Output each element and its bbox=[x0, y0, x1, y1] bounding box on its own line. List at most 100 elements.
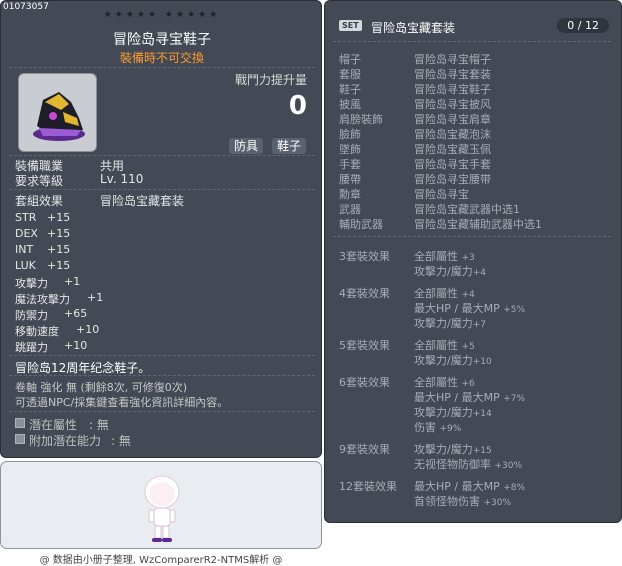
bonus-value: +14 bbox=[472, 409, 492, 419]
divider bbox=[333, 41, 611, 43]
set-bonus-title: 12套裝效果 bbox=[339, 480, 397, 493]
category-tag-shoes: 鞋子 bbox=[272, 138, 307, 154]
bonus-value: +3 bbox=[461, 253, 475, 263]
credits-footer: @ 数据由小册子整理, WzComparerR2-NTMS解析 @ bbox=[39, 555, 283, 566]
bonus-potential-icon bbox=[15, 434, 25, 444]
stat-row: STR +15 bbox=[15, 211, 70, 224]
set-effect-value: 冒险岛宝藏套装 bbox=[100, 194, 185, 208]
bonus-stat: 全部屬性 bbox=[414, 250, 458, 263]
set-piece-row: 腰帶 冒险岛寻宝腰带 bbox=[339, 171, 491, 187]
stat-value: +10 bbox=[64, 339, 88, 352]
set-bonus-line: 最大HP / 最大MP +7% bbox=[414, 389, 525, 405]
set-piece-name: 冒险岛寻宝肩章 bbox=[414, 113, 491, 126]
set-bonus-line: 攻擊力/魔力+4 bbox=[414, 263, 486, 279]
avatar-figure bbox=[144, 475, 180, 542]
job-label: 裝備職業 bbox=[15, 159, 64, 173]
stat-value: +10 bbox=[76, 323, 100, 336]
shoe-icon bbox=[33, 92, 85, 141]
set-piece-name: 冒险岛寻宝披风 bbox=[414, 98, 491, 111]
bonus-stat: 全部屬性 bbox=[414, 339, 458, 352]
bonus-stat: 伤害 bbox=[414, 421, 436, 434]
set-bonus-line: 攻擊力/魔力+14 bbox=[414, 404, 492, 420]
set-bonus-line: 首领怪物伤害 +30% bbox=[414, 493, 511, 509]
stat-label: LUK bbox=[15, 259, 36, 272]
set-piece-row: 鞋子 冒险岛寻宝鞋子 bbox=[339, 81, 491, 97]
set-piece-row: 肩膀裝飾 冒险岛寻宝肩章 bbox=[339, 111, 491, 127]
bonus-value: +6 bbox=[461, 379, 475, 389]
stat-row: INT +15 bbox=[15, 243, 70, 256]
stat-label: 魔法攻擊力 bbox=[15, 293, 70, 306]
set-bonus-line: 攻擊力/魔力+7 bbox=[414, 315, 486, 331]
bonus-value: +15 bbox=[472, 446, 492, 456]
set-piece-name: 冒险岛宝藏玉佩 bbox=[414, 143, 491, 156]
set-bonus-line: 全部屬性 +4 bbox=[414, 285, 475, 301]
set-piece-row: 勳章 冒险岛寻宝 bbox=[339, 186, 469, 202]
stat-row: 移動速度 +10 bbox=[15, 323, 99, 339]
bonus-stat: 全部屬性 bbox=[414, 376, 458, 389]
bonus-potential-label: 附加潛在能力 bbox=[29, 434, 102, 448]
divider bbox=[9, 67, 315, 69]
bonus-stat: 最大HP / 最大MP bbox=[414, 302, 500, 315]
avatar-preview-panel bbox=[0, 461, 322, 549]
divider bbox=[333, 236, 611, 238]
set-piece-slot: 鞋子 bbox=[339, 83, 361, 96]
set-piece-row: 輔助武器 冒险岛宝藏辅助武器中选1 bbox=[339, 216, 542, 232]
stat-value: +15 bbox=[47, 243, 71, 256]
set-bonus-title: 9套裝效果 bbox=[339, 443, 390, 456]
stat-label: 跳躍力 bbox=[15, 341, 48, 354]
potential-icon bbox=[15, 418, 25, 428]
item-name: 冒险岛寻宝鞋子 bbox=[113, 32, 211, 48]
set-piece-slot: 臉飾 bbox=[339, 128, 361, 141]
stat-row: DEX +15 bbox=[15, 227, 70, 240]
item-tooltip-panel: 01073057 ★★★★★ ★★★★★ 冒险岛寻宝鞋子 裝備時不可交換 戰鬥力… bbox=[0, 0, 322, 458]
stat-value: +15 bbox=[47, 227, 71, 240]
set-bonus-line: 全部屬性 +5 bbox=[414, 337, 475, 353]
divider bbox=[9, 411, 315, 413]
set-bonus-line: 全部屬性 +6 bbox=[414, 374, 475, 390]
bonus-stat: 最大HP / 最大MP bbox=[414, 480, 500, 493]
potential-row: 潛在屬性 : 無 bbox=[15, 416, 109, 433]
set-bonus-title: 3套裝效果 bbox=[339, 250, 390, 263]
divider bbox=[9, 189, 315, 191]
bonus-value: +10 bbox=[472, 357, 492, 367]
category-tag-armor: 防具 bbox=[229, 138, 264, 154]
stat-label: INT bbox=[15, 243, 34, 256]
set-bonus-line: 伤害 +9% bbox=[414, 419, 461, 435]
combat-power-value: 0 bbox=[288, 91, 307, 121]
bonus-value: +7 bbox=[472, 320, 486, 330]
bonus-value: +4 bbox=[461, 290, 475, 300]
bonus-value: +7% bbox=[503, 394, 526, 404]
bonus-value: +8% bbox=[503, 483, 526, 493]
npc-hint: 可透過NPC/採集鍵查看強化資訊詳細內容。 bbox=[15, 396, 229, 409]
stat-row: 防禦力 +65 bbox=[15, 307, 87, 323]
stat-label: 攻擊力 bbox=[15, 277, 48, 290]
stat-row: 攻擊力 +1 bbox=[15, 275, 80, 291]
set-piece-row: 披風 冒险岛寻宝披风 bbox=[339, 96, 491, 112]
stat-label: 防禦力 bbox=[15, 309, 48, 322]
set-bonus-line: 攻擊力/魔力+10 bbox=[414, 352, 492, 368]
bonus-stat: 攻擊力/魔力 bbox=[414, 354, 473, 367]
bonus-value: +5 bbox=[461, 342, 475, 352]
set-piece-name: 冒险岛宝藏泡沫 bbox=[414, 128, 491, 141]
set-piece-slot: 手套 bbox=[339, 158, 361, 171]
bonus-value: +5% bbox=[503, 305, 526, 315]
set-piece-slot: 勳章 bbox=[339, 188, 361, 201]
set-bonus-title: 5套裝效果 bbox=[339, 339, 390, 352]
set-piece-name: 冒险岛寻宝腰带 bbox=[414, 173, 491, 186]
bonus-potential-row: 附加潛在能力 : 無 bbox=[15, 432, 131, 449]
item-description: 冒险岛12周年纪念鞋子。 bbox=[15, 361, 151, 375]
stat-value: +65 bbox=[64, 307, 88, 320]
set-row: 套組效果 冒险岛宝藏套装 bbox=[15, 192, 184, 209]
set-piece-slot: 輔助武器 bbox=[339, 218, 383, 231]
stat-row: 跳躍力 +10 bbox=[15, 339, 87, 355]
set-piece-name: 冒险岛宝藏武器中选1 bbox=[414, 203, 520, 216]
scroll-upgrade-info: 卷軸 強化 無 (剩餘8次, 可修復0次) bbox=[15, 381, 188, 394]
divider bbox=[9, 355, 315, 357]
set-piece-row: 武器 冒险岛宝藏武器中选1 bbox=[339, 201, 520, 217]
set-bonus-line: 无视怪物防御率 +30% bbox=[414, 456, 522, 472]
set-bonus-line: 最大HP / 最大MP +8% bbox=[414, 478, 525, 494]
set-info-panel: SET 冒险岛宝藏套装 0 / 12 帽子 冒险岛寻宝帽子 套服 冒险岛寻宝套装 鞋… bbox=[324, 0, 622, 523]
stat-row: LUK +15 bbox=[15, 259, 70, 272]
bonus-stat: 最大HP / 最大MP bbox=[414, 391, 500, 404]
set-effect-label: 套組效果 bbox=[15, 194, 64, 208]
